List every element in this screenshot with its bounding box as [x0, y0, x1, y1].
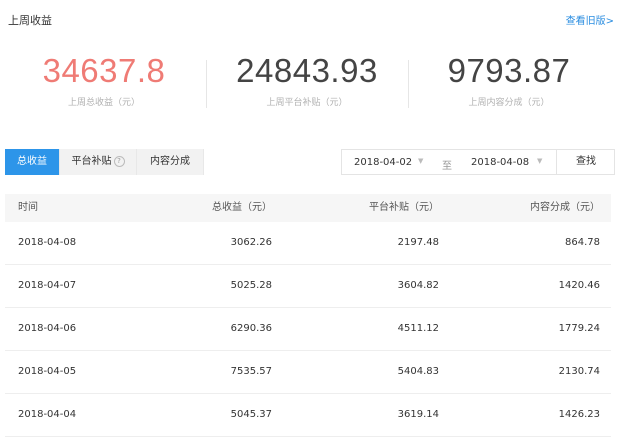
- tab-content-share[interactable]: 内容分成: [137, 149, 204, 175]
- stat-divider: [206, 60, 207, 108]
- cell-subsidy: 3604.82: [397, 280, 439, 291]
- cell-share: 1779.24: [558, 323, 600, 334]
- cell-share: 1426.23: [558, 409, 600, 420]
- table-row: 2018-04-06 6290.36 4511.12 1779.24: [5, 308, 611, 351]
- page-title: 上周收益: [8, 14, 52, 27]
- table-row: 2018-04-04 5045.37 3619.14 1426.23: [5, 394, 611, 437]
- tab-platform-subsidy[interactable]: 平台补贴?: [60, 149, 137, 175]
- earnings-table: 时间 总收益（元） 平台补贴（元） 内容分成（元） 2018-04-08 306…: [5, 194, 611, 437]
- end-date-select[interactable]: 2018-04-08: [471, 157, 529, 168]
- start-date-select[interactable]: 2018-04-02: [354, 157, 412, 168]
- tab-platform-subsidy-label: 平台补贴: [71, 156, 112, 167]
- earnings-tabs: 总收益 平台补贴? 内容分成: [5, 149, 204, 175]
- help-icon[interactable]: ?: [113, 156, 125, 167]
- cell-total: 3062.26: [230, 237, 272, 248]
- content-share-value: 9793.87: [447, 52, 571, 89]
- platform-subsidy-value: 24843.93: [236, 52, 378, 89]
- content-share-label: 上周内容分成（元）: [468, 98, 550, 108]
- search-button[interactable]: 查找: [556, 150, 615, 174]
- cell-share: 2130.74: [558, 366, 600, 377]
- cell-total: 5025.28: [230, 280, 272, 291]
- platform-subsidy-stat: 24843.93 上周平台补贴（元）: [217, 52, 397, 108]
- cell-date: 2018-04-05: [18, 366, 77, 377]
- platform-subsidy-label: 上周平台补贴（元）: [266, 98, 348, 108]
- table-header: 时间 总收益（元） 平台补贴（元） 内容分成（元）: [5, 194, 611, 222]
- table-row: 2018-04-08 3062.26 2197.48 864.78: [5, 222, 611, 265]
- cell-subsidy: 3619.14: [397, 409, 439, 420]
- cell-total: 7535.57: [230, 366, 272, 377]
- cell-subsidy: 2197.48: [397, 237, 439, 248]
- earnings-summary: 34637.8 上周总收益（元） 24843.93 上周平台补贴（元） 9793…: [0, 52, 631, 122]
- table-row: 2018-04-05 7535.57 5404.83 2130.74: [5, 351, 611, 394]
- column-header-total: 总收益（元）: [212, 202, 272, 213]
- date-range-separator: 至: [442, 161, 452, 172]
- column-header-subsidy: 平台补贴（元）: [369, 202, 439, 213]
- total-earnings-stat: 34637.8 上周总收益（元）: [14, 52, 194, 108]
- cell-share: 864.78: [565, 237, 600, 248]
- table-row: 2018-04-07 5025.28 3604.82 1420.46: [5, 265, 611, 308]
- tab-total-earnings[interactable]: 总收益: [5, 149, 60, 175]
- column-header-date: 时间: [18, 202, 38, 213]
- cell-subsidy: 5404.83: [397, 366, 439, 377]
- cell-share: 1420.46: [558, 280, 600, 291]
- column-header-share: 内容分成（元）: [530, 202, 600, 213]
- chevron-down-icon[interactable]: ▼: [418, 157, 423, 165]
- cell-date: 2018-04-06: [18, 323, 77, 334]
- stat-divider: [408, 60, 409, 108]
- view-old-version-link[interactable]: 查看旧版>: [566, 12, 614, 27]
- date-range-picker: 2018-04-02 ▼ 至 2018-04-08 ▼ 查找: [341, 149, 615, 175]
- cell-date: 2018-04-04: [18, 409, 77, 420]
- cell-date: 2018-04-07: [18, 280, 77, 291]
- chevron-down-icon[interactable]: ▼: [537, 157, 542, 165]
- cell-date: 2018-04-08: [18, 237, 77, 248]
- cell-total: 5045.37: [230, 409, 272, 420]
- total-earnings-label: 上周总收益（元）: [67, 98, 140, 108]
- cell-subsidy: 4511.12: [397, 323, 439, 334]
- cell-total: 6290.36: [230, 323, 272, 334]
- content-share-stat: 9793.87 上周内容分成（元）: [419, 52, 599, 108]
- total-earnings-value: 34637.8: [42, 52, 166, 89]
